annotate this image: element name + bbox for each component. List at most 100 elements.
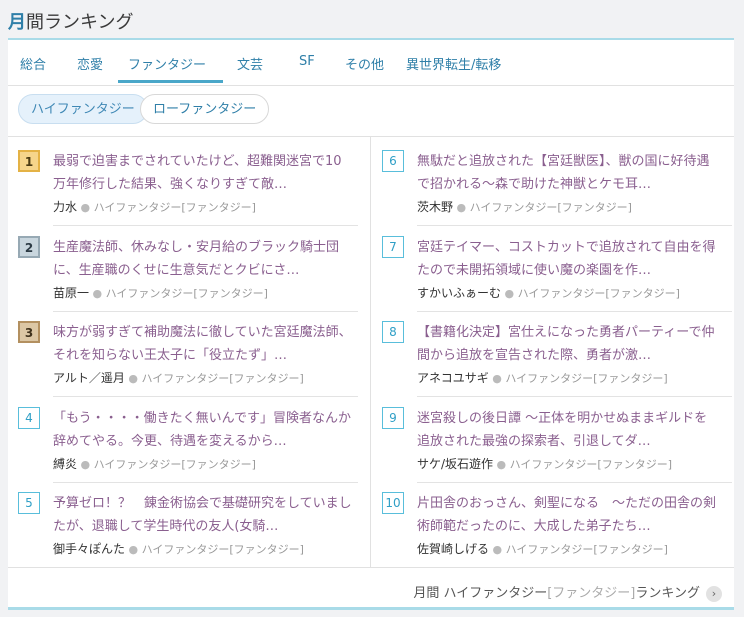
ranking-item: 6 無駄だと追放された【宮廷獣医】、獣の国に好待遇で招かれる～森で助けた神獣とケモ… [382, 150, 712, 236]
item-separator [53, 396, 358, 398]
ranking-item: 8 【書籍化決定】宮仕えになった勇者パーティーで仲間から追放を宣告された際、勇者が… [382, 321, 714, 407]
tabs-divider [8, 85, 734, 86]
page-title: 月間ランキング [8, 8, 133, 34]
tab-literature[interactable]: 文芸 [237, 54, 263, 73]
footer-bracket: [ファンタジー] [547, 586, 636, 601]
rank-badge: 3 [18, 321, 40, 344]
novel-title-link[interactable]: 片田舎のおっさん、剣聖になる ～ただの田舎の剣術師範だったのに、大成した弟子たち… [417, 492, 717, 538]
genre-label: ハイファンタジー [93, 457, 182, 471]
rank-badge: 5 [18, 492, 40, 515]
ranking-item: 10 片田舎のおっさん、剣聖になる ～ただの田舎の剣術師範だったのに、大成した弟子… [382, 492, 716, 578]
author-name: 縛炎 [53, 456, 78, 471]
novel-title-link[interactable]: 「もう・・・・働きたく無いんです」冒険者なんか辞めてやる。今更、待遇を変えるから… [53, 407, 353, 453]
author-name: 茨木野 [417, 200, 454, 214]
category-tabs: 総合 恋愛 ファンタジー 文芸 SF その他 異世界転生/転移 [8, 40, 734, 85]
item-separator [417, 310, 732, 312]
ranking-item: 1 最弱で迫害までされていたけど、超難関迷宮で10万年修行した結果、強くなりすぎて… [18, 150, 348, 236]
novel-title-link[interactable]: 生産魔法師、休みなし・安月給のブラック騎士団に、生産職のくせに生意気だとクビにさ… [53, 236, 353, 282]
chevron-right-icon: › [706, 585, 722, 602]
tab-sf[interactable]: SF [299, 54, 315, 69]
novel-title-link[interactable]: 最弱で迫害までされていたけど、超難関迷宮で10万年修行した結果、強くなりすぎて敵… [53, 150, 353, 196]
author-name: アルト／遥月 [53, 371, 125, 386]
genre-label: ハイファンタジー [93, 201, 182, 214]
title-rest: 間ランキング [26, 12, 134, 33]
bullet-icon: ● [501, 286, 518, 300]
item-separator [417, 481, 732, 483]
genre-label: ハイファンタジー [141, 543, 230, 557]
genre-label: ハイファンタジー [505, 543, 594, 557]
bullet-icon: ● [77, 201, 94, 214]
genre-bracket: [ファンタジー] [229, 543, 304, 557]
genre-label: ハイファンタジー [505, 372, 594, 386]
genre-bracket: [ファンタジー] [193, 286, 268, 300]
genre-label: ハイファンタジー [141, 372, 230, 386]
footer-suffix: ランキング [635, 586, 700, 601]
genre-bracket: [ファンタジー] [597, 457, 673, 471]
novel-meta: 御手々ぽんた ● ハイファンタジー[ファンタジー] [53, 540, 304, 557]
novel-title-link[interactable]: 【書籍化決定】宮仕えになった勇者パーティーで仲間から追放を宣告された際、勇者が激… [417, 321, 717, 367]
item-separator [53, 481, 358, 483]
tab-overall[interactable]: 総合 [20, 54, 46, 73]
item-separator [53, 310, 358, 312]
novel-title-link[interactable]: 予算ゼロ！？ 錬金術協会で基礎研究をしていましたが、退職して学生時代の友人(女騎… [53, 492, 353, 538]
footer-prefix: 月間 ハイファンタジー [413, 586, 548, 601]
ranking-panel: 総合 恋愛 ファンタジー 文芸 SF その他 異世界転生/転移 ハイファンタジー… [8, 38, 734, 610]
column-divider [370, 137, 371, 567]
genre-bracket: [ファンタジー] [593, 372, 668, 386]
genre-label: ハイファンタジー [105, 286, 194, 300]
subtabs-divider [8, 136, 734, 137]
subtab-low-fantasy[interactable]: ローファンタジー [140, 94, 270, 124]
bullet-icon: ● [89, 286, 106, 300]
novel-meta: 力水 ● ハイファンタジー[ファンタジー] [53, 198, 256, 215]
author-name: 力水 [53, 200, 78, 214]
author-name: アネコユサギ [417, 371, 489, 386]
bullet-icon: ● [489, 543, 506, 557]
tab-fantasy[interactable]: ファンタジー [128, 54, 206, 73]
rank-badge: 8 [382, 321, 404, 344]
novel-title-link[interactable]: 宮廷テイマー、コストカットで追放されて自由を得たので未開拓領域に使い魔の楽園を作… [417, 236, 717, 282]
bullet-icon: ● [488, 372, 506, 386]
item-separator [417, 225, 732, 226]
novel-meta: アネコユサギ ● ハイファンタジー[ファンタジー] [417, 369, 668, 386]
novel-meta: サケ/坂石遊作 ● ハイファンタジー[ファンタジー] [417, 455, 672, 472]
full-ranking-link[interactable]: 月間 ハイファンタジー[ファンタジー]ランキング › [413, 582, 722, 602]
ranking-item: 4 「もう・・・・働きたく無いんです」冒険者なんか辞めてやる。今更、待遇を変えるか… [18, 406, 351, 493]
rank-badge: 2 [18, 235, 40, 258]
novel-meta: すかいふぁーむ ● ハイファンタジー[ファンタジー] [417, 284, 680, 301]
author-name: サケ/坂石遊作 [417, 456, 494, 471]
item-separator [53, 225, 358, 226]
genre-bracket: [ファンタジー] [557, 201, 632, 214]
genre-bracket: [ファンタジー] [229, 372, 304, 386]
novel-title-link[interactable]: 無駄だと追放された【宮廷獣医】、獣の国に好待遇で招かれる～森で助けた神獣とケモ耳… [417, 150, 717, 196]
genre-label: ハイファンタジー [469, 201, 558, 214]
author-name: 苗原一 [53, 285, 90, 300]
bullet-icon: ● [493, 457, 510, 471]
author-name: すかいふぁーむ [417, 285, 502, 300]
bullet-icon: ● [124, 372, 142, 386]
ranking-header: 月間ランキング [0, 0, 744, 38]
rank-badge: 7 [382, 235, 404, 258]
rank-badge: 9 [382, 406, 404, 429]
ranking-item: 5 予算ゼロ！？ 錬金術協会で基礎研究をしていましたが、退職して学生時代の友人(女… [18, 492, 352, 578]
ranking-item: 7 宮廷テイマー、コストカットで追放されて自由を得たので未開拓領域に使い魔の楽園を… [382, 235, 715, 322]
genre-bracket: [ファンタジー] [181, 201, 256, 214]
author-name: 御手々ぽんた [53, 542, 126, 557]
novel-meta: 茨木野 ● ハイファンタジー[ファンタジー] [417, 198, 632, 215]
novel-title-link[interactable]: 迷宮殺しの後日譚 ～正体を明かせぬままギルドを追放された最強の探索者、引退してダ… [417, 407, 717, 453]
rank-badge: 1 [18, 150, 40, 172]
subtab-high-fantasy[interactable]: ハイファンタジー [18, 94, 148, 124]
novel-title-link[interactable]: 味方が弱すぎて補助魔法に徹していた宮廷魔法師、それを知らない王太子に「役立たず」… [53, 321, 353, 367]
title-accent: 月 [8, 12, 26, 33]
genre-bracket: [ファンタジー] [605, 286, 680, 300]
genre-label: ハイファンタジー [509, 457, 598, 471]
tab-isekai[interactable]: 異世界転生/転移 [406, 54, 501, 73]
rank-badge: 10 [382, 492, 404, 515]
item-separator [417, 396, 732, 398]
novel-meta: アルト／遥月 ● ハイファンタジー[ファンタジー] [53, 369, 304, 386]
ranking-item: 2 生産魔法師、休みなし・安月給のブラック騎士団に、生産職のくせに生意気だとクビに… [18, 235, 348, 322]
rank-badge: 4 [18, 406, 40, 429]
bullet-icon: ● [77, 457, 94, 471]
novel-meta: 苗原一 ● ハイファンタジー[ファンタジー] [53, 284, 268, 301]
tab-romance[interactable]: 恋愛 [77, 54, 103, 73]
tab-other[interactable]: その他 [345, 54, 384, 73]
